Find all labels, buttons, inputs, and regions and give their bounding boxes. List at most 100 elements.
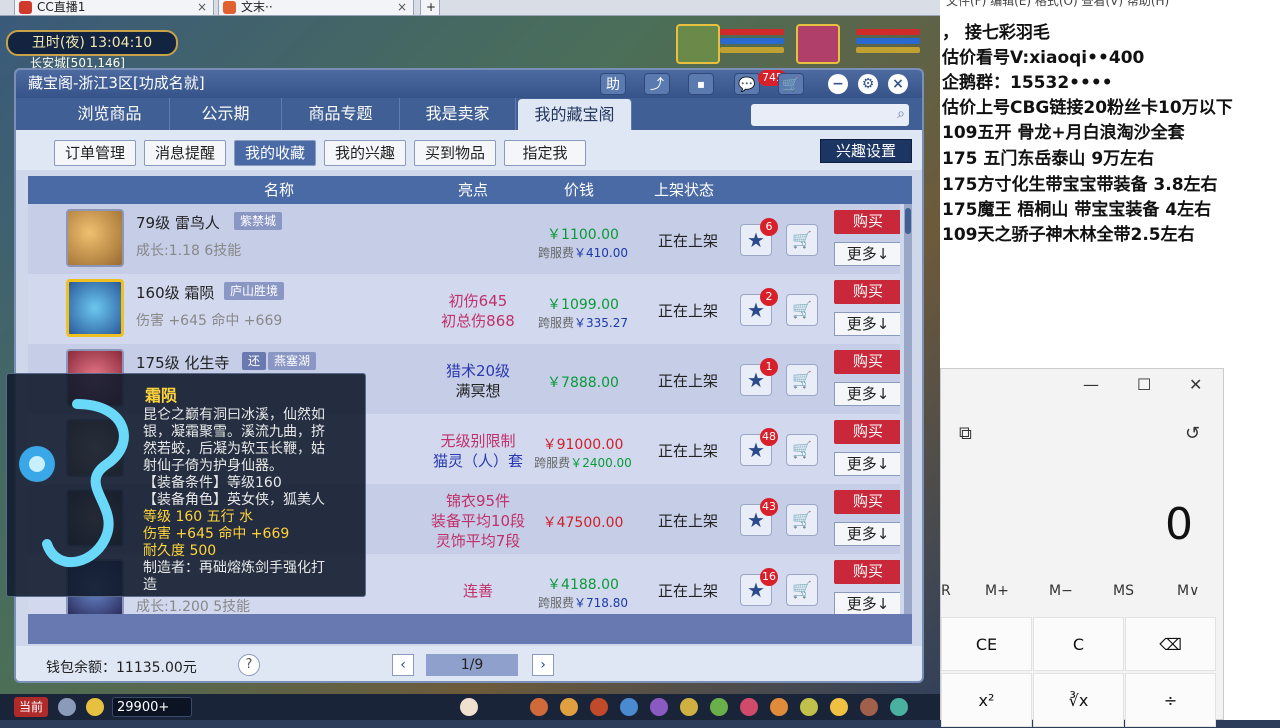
menu-icon-5[interactable]	[650, 698, 668, 716]
tab-my-pavilion[interactable]: 我的藏宝阁	[518, 99, 632, 131]
notifications-button[interactable]: 消息提醒	[144, 140, 226, 166]
divide-button[interactable]: ÷	[1125, 673, 1216, 727]
assigned-button[interactable]: 指定我	[504, 140, 586, 166]
more-button[interactable]: 更多↓	[834, 452, 900, 476]
settings-icon[interactable]: ⚙	[858, 74, 878, 94]
buy-button[interactable]: 购买	[834, 560, 900, 584]
list-scrollbar[interactable]	[904, 204, 912, 614]
clear-entry-button[interactable]: CE	[941, 617, 1032, 671]
close-button[interactable]: ✕	[1189, 375, 1202, 394]
buy-button[interactable]: 购买	[834, 490, 900, 514]
add-to-cart-icon[interactable]: 🛒	[786, 364, 818, 396]
menu-icon-11[interactable]	[830, 698, 848, 716]
tab-seller[interactable]: 我是卖家	[400, 98, 516, 130]
menu-icon-6[interactable]	[680, 698, 698, 716]
more-button[interactable]: 更多↓	[834, 312, 900, 336]
highlight-line-2: 猫灵（人）套	[432, 452, 523, 470]
stop-icon[interactable]: ⏹	[688, 73, 714, 95]
notepad-menu[interactable]: 文件(F) 编辑(E) 格式(O) 查看(V) 帮助(H)	[946, 0, 1169, 9]
menu-icon-12[interactable]	[860, 698, 878, 716]
add-to-cart-icon[interactable]: 🛒	[786, 574, 818, 606]
menu-icon-10[interactable]	[800, 698, 818, 716]
tab-public[interactable]: 公示期	[170, 98, 282, 130]
menu-icon-7[interactable]	[710, 698, 728, 716]
menu-icon-9[interactable]	[770, 698, 788, 716]
table-row[interactable]: 79级 雷鸟人 紫禁城 成长:1.18 6技能 ￥1100.00 跨服费￥410…	[28, 204, 900, 274]
buy-button[interactable]: 购买	[834, 210, 900, 234]
interests-button[interactable]: 我的兴趣	[324, 140, 406, 166]
close-button[interactable]: ×	[888, 74, 908, 94]
player-avatar[interactable]	[796, 24, 840, 64]
menu-icon-4[interactable]	[620, 698, 638, 716]
more-button[interactable]: 更多↓	[834, 522, 900, 546]
browser-tab-text[interactable]: 文末·· ×	[218, 0, 414, 16]
menu-icon-8[interactable]	[740, 698, 758, 716]
memory-subtract-button[interactable]: M−	[1049, 583, 1073, 599]
more-button[interactable]: 更多↓	[834, 592, 900, 614]
scrollbar-thumb[interactable]	[905, 208, 911, 234]
favorite-count-badge: 43	[760, 498, 778, 516]
memory-store-button[interactable]: MS	[1113, 583, 1134, 599]
add-to-cart-icon[interactable]: 🛒	[786, 504, 818, 536]
memory-add-button[interactable]: M+	[985, 583, 1009, 599]
close-icon[interactable]: ×	[197, 0, 207, 14]
minimize-button[interactable]: —	[1083, 375, 1099, 394]
favorites-button[interactable]: 我的收藏	[234, 140, 316, 166]
next-page-button[interactable]: ›	[532, 654, 554, 676]
history-icon[interactable]: ↺	[1185, 423, 1200, 444]
menu-icon-1[interactable]	[530, 698, 548, 716]
tab-topics[interactable]: 商品专题	[282, 98, 400, 130]
square-button[interactable]: x²	[941, 673, 1032, 727]
buy-button[interactable]: 购买	[834, 350, 900, 374]
cart-icon[interactable]: 🛒	[778, 73, 804, 95]
add-to-cart-icon[interactable]: 🛒	[786, 224, 818, 256]
menu-icon-13[interactable]	[890, 698, 908, 716]
backspace-button[interactable]: ⌫	[1125, 617, 1216, 671]
search-input[interactable]: ⌕	[751, 104, 909, 126]
more-button[interactable]: 更多↓	[834, 382, 900, 406]
buy-button[interactable]: 购买	[834, 420, 900, 444]
tooltip-level: 等级 160 五行 水	[143, 509, 254, 525]
item-details: 成长:1.200 5技能	[136, 599, 251, 614]
close-icon[interactable]: ×	[397, 0, 407, 14]
item-thumbnail[interactable]	[66, 279, 124, 337]
menu-icon-2[interactable]	[560, 698, 578, 716]
memory-recall-button[interactable]: R	[941, 583, 951, 599]
cross-server-fee: 跨服费￥2400.00	[534, 456, 632, 470]
highlight-line-2: 装备平均10段	[430, 512, 526, 530]
menu-icon-3[interactable]	[590, 698, 608, 716]
minimize-button[interactable]: −	[828, 74, 848, 94]
purchased-button[interactable]: 买到物品	[414, 140, 496, 166]
game-taskbar: 当前 29900+	[0, 694, 940, 720]
help-icon[interactable]: ?	[238, 654, 260, 676]
message-icon[interactable]: 💬	[734, 73, 760, 95]
new-tab-button[interactable]: +	[420, 0, 440, 16]
page-indicator: 1/9	[426, 654, 518, 676]
listing-status: 正在上架	[657, 512, 718, 530]
help-button[interactable]: 助	[600, 73, 626, 95]
memory-list-button[interactable]: M∨	[1177, 583, 1199, 599]
chat-icon[interactable]	[86, 698, 104, 716]
cross-server-fee: 跨服费￥410.00	[537, 246, 628, 260]
tab-browse[interactable]: 浏览商品	[50, 98, 170, 130]
current-channel-button[interactable]: 当前	[14, 697, 48, 717]
add-to-cart-icon[interactable]: 🛒	[786, 434, 818, 466]
pet-avatar[interactable]	[676, 24, 720, 64]
more-button[interactable]: 更多↓	[834, 242, 900, 266]
add-to-cart-icon[interactable]: 🛒	[786, 294, 818, 326]
item-thumbnail[interactable]	[66, 209, 124, 267]
maximize-button[interactable]: ☐	[1137, 375, 1151, 394]
tooltip-requirement: 【装备条件】等级160	[143, 475, 282, 491]
buy-button[interactable]: 购买	[834, 280, 900, 304]
prev-page-button[interactable]: ‹	[392, 654, 414, 676]
emote-icon[interactable]	[460, 698, 478, 716]
cube-root-button[interactable]: ∛x	[1033, 673, 1124, 727]
clear-button[interactable]: C	[1033, 617, 1124, 671]
browser-tab-cc[interactable]: CC直播1 ×	[14, 0, 214, 16]
interest-settings-button[interactable]: 兴趣设置	[820, 139, 912, 163]
microphone-icon[interactable]	[58, 698, 76, 716]
keep-on-top-icon[interactable]: ⧉	[959, 423, 972, 444]
share-icon[interactable]: ⤴	[644, 73, 670, 95]
orders-button[interactable]: 订单管理	[54, 140, 136, 166]
table-row[interactable]: 160级 霜陨 庐山胜境 伤害 +645 命中 +669 初伤645 初总伤86…	[28, 274, 900, 344]
